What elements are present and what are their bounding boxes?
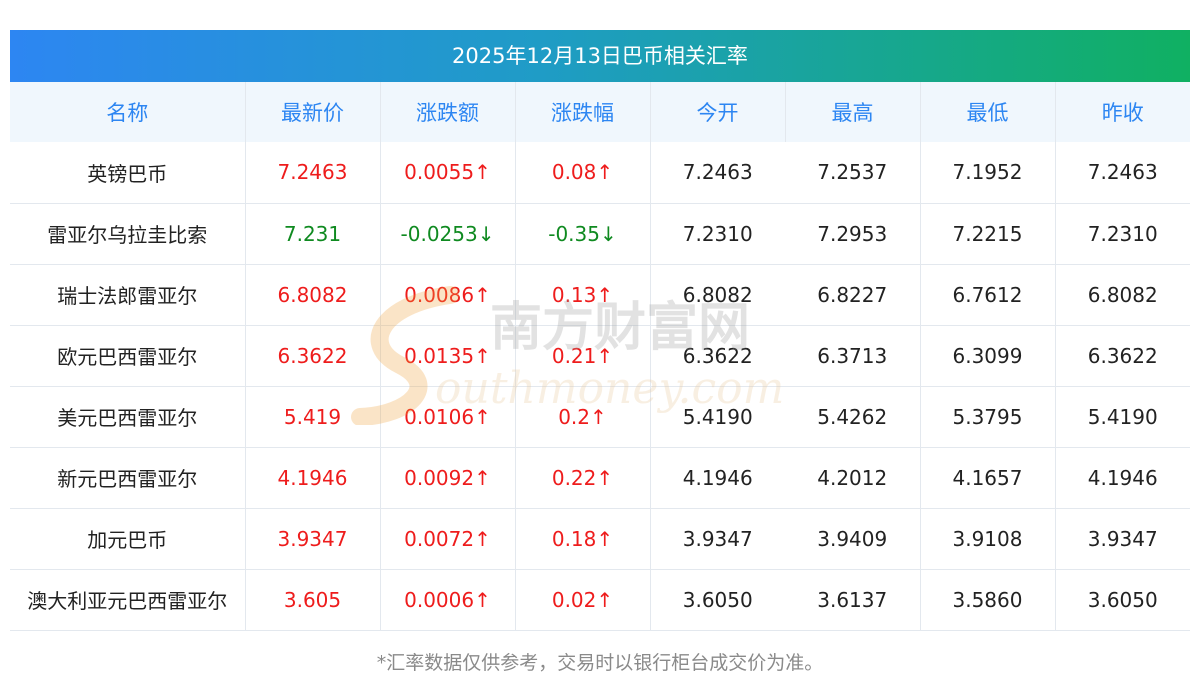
cell-change-pct: 0.2↑ (515, 386, 651, 448)
cell-high: 5.4262 (785, 386, 921, 448)
table-row: 新元巴西雷亚尔 4.1946 0.0092↑ 0.22↑ 4.1946 4.2012 4.1… (10, 447, 1190, 509)
cell-change: 0.0072↑ (380, 508, 516, 570)
cell-prev-close: 7.2310 (1055, 203, 1190, 265)
cell-change-pct: 0.08↑ (515, 142, 651, 204)
cell-low: 3.5860 (920, 569, 1056, 631)
column-header-prev-close: 昨收 (1101, 101, 1144, 125)
cell-low: 7.1952 (920, 142, 1056, 204)
cell-change: 0.0106↑ (380, 386, 516, 448)
cell-low: 6.3099 (920, 325, 1056, 387)
cell-name: 雷亚尔乌拉圭比索 (10, 203, 246, 265)
page-title: 2025年12月13日巴币相关汇率 (10, 30, 1190, 82)
table-body: 英镑巴币 7.2463 0.0055↑ 0.08↑ 7.2463 7.2537 7.1952… (10, 142, 1190, 631)
cell-latest: 3.9347 (245, 508, 381, 570)
cell-high: 6.8227 (785, 264, 921, 326)
cell-open: 4.1946 (650, 447, 785, 509)
cell-change: 0.0086↑ (380, 264, 516, 326)
cell-low: 3.9108 (920, 508, 1056, 570)
cell-open: 3.6050 (650, 569, 785, 631)
cell-open: 7.2310 (650, 203, 785, 265)
table-row: 美元巴西雷亚尔 5.419 0.0106↑ 0.2↑ 5.4190 5.4262 5.379… (10, 386, 1190, 448)
cell-high: 4.2012 (785, 447, 921, 509)
cell-change: -0.0253↓ (380, 203, 516, 265)
cell-change-pct: 0.18↑ (515, 508, 651, 570)
cell-name: 欧元巴西雷亚尔 (10, 325, 246, 387)
column-header-name: 名称 (10, 82, 246, 142)
cell-prev-close: 3.9347 (1055, 508, 1190, 570)
cell-prev-close: 6.8082 (1055, 264, 1190, 326)
cell-change-pct: 0.22↑ (515, 447, 651, 509)
cell-high: 6.3713 (785, 325, 921, 387)
cell-open: 6.8082 (650, 264, 785, 326)
cell-high: 7.2537 (785, 142, 921, 204)
cell-open: 5.4190 (650, 386, 785, 448)
cell-prev-close: 5.4190 (1055, 386, 1190, 448)
cell-latest: 6.3622 (245, 325, 381, 387)
cell-name: 新元巴西雷亚尔 (10, 447, 246, 509)
cell-low: 5.3795 (920, 386, 1056, 448)
table-row: 瑞士法郎雷亚尔 6.8082 0.0086↑ 0.13↑ 6.8082 6.8227 6.7… (10, 264, 1190, 326)
column-header-change-pct: 涨跌幅 (515, 82, 651, 142)
cell-change-pct: -0.35↓ (515, 203, 651, 265)
column-header-latest: 最新价 (245, 82, 381, 142)
cell-high: 7.2953 (785, 203, 921, 265)
cell-latest: 5.419 (245, 386, 381, 448)
cell-latest: 7.2463 (245, 142, 381, 204)
table-row: 雷亚尔乌拉圭比索 7.231 -0.0253↓ -0.35↓ 7.2310 7.2953 7… (10, 203, 1190, 265)
cell-open: 7.2463 (650, 142, 785, 204)
cell-low: 7.2215 (920, 203, 1056, 265)
cell-open: 3.9347 (650, 508, 785, 570)
column-header-change: 涨跌额 (380, 82, 516, 142)
cell-change-pct: 0.02↑ (515, 569, 651, 631)
cell-name: 澳大利亚元巴西雷亚尔 (10, 569, 246, 631)
cell-name: 瑞士法郎雷亚尔 (10, 264, 246, 326)
cell-name: 加元巴币 (10, 508, 246, 570)
cell-high: 3.9409 (785, 508, 921, 570)
cell-open: 6.3622 (650, 325, 785, 387)
cell-name: 美元巴西雷亚尔 (10, 386, 246, 448)
cell-low: 4.1657 (920, 447, 1056, 509)
cell-name: 英镑巴币 (10, 142, 246, 204)
cell-prev-close: 4.1946 (1055, 447, 1190, 509)
cell-latest: 7.231 (245, 203, 381, 265)
cell-prev-close: 3.6050 (1055, 569, 1190, 631)
cell-change: 0.0135↑ (380, 325, 516, 387)
cell-prev-close: 7.2463 (1055, 142, 1190, 204)
cell-low: 6.7612 (920, 264, 1056, 326)
table-row: 英镑巴币 7.2463 0.0055↑ 0.08↑ 7.2463 7.2537 7.1952… (10, 142, 1190, 204)
table-row: 澳大利亚元巴西雷亚尔 3.605 0.0006↑ 0.02↑ 3.6050 3.6137 3… (10, 569, 1190, 631)
column-header-high: 最高 (785, 82, 921, 142)
cell-latest: 4.1946 (245, 447, 381, 509)
cell-latest: 3.605 (245, 569, 381, 631)
cell-change-pct: 0.13↑ (515, 264, 651, 326)
disclaimer-note: *汇率数据仅供参考，交易时以银行柜台成交价为准。 (376, 652, 824, 674)
cell-change-pct: 0.21↑ (515, 325, 651, 387)
cell-high: 3.6137 (785, 569, 921, 631)
column-header-low: 最低 (920, 82, 1056, 142)
cell-change: 0.0055↑ (380, 142, 516, 204)
table-row: 欧元巴西雷亚尔 6.3622 0.0135↑ 0.21↑ 6.3622 6.3713 6.3… (10, 325, 1190, 387)
table-row: 加元巴币 3.9347 0.0072↑ 0.18↑ 3.9347 3.9409 3.9108… (10, 508, 1190, 570)
cell-latest: 6.8082 (245, 264, 381, 326)
cell-change: 0.0006↑ (380, 569, 516, 631)
column-header-open: 今开 (650, 82, 786, 142)
cell-change: 0.0092↑ (380, 447, 516, 509)
table-header-row: 名称 最新价 涨跌额 涨跌幅 今开 最高 最低 昨收 (10, 82, 1190, 142)
exchange-rate-table: 名称 最新价 涨跌额 涨跌幅 今开 最高 最低 昨收 英镑巴币 7.2463 0.0… (10, 82, 1190, 631)
cell-prev-close: 6.3622 (1055, 325, 1190, 387)
